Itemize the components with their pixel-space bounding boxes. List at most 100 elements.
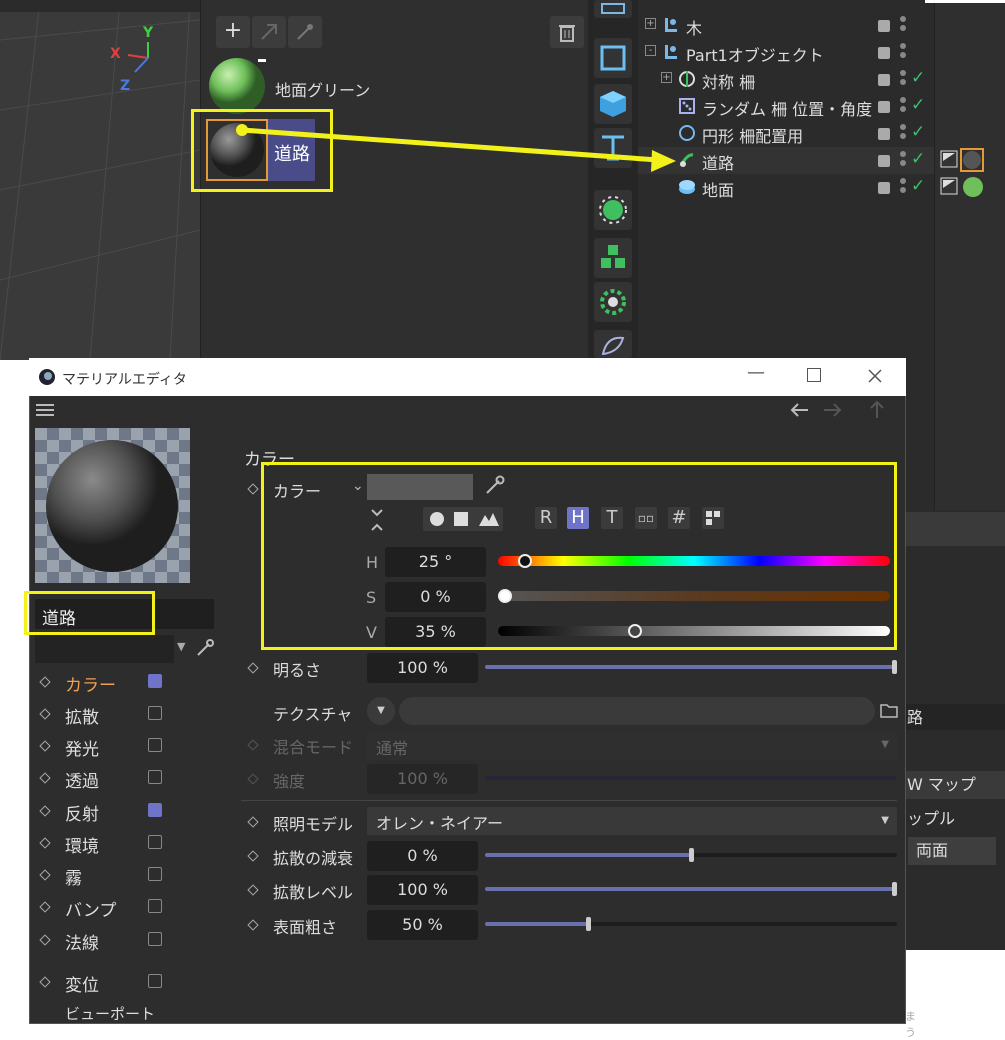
enabled-check-icon[interactable]: ✓ [911, 176, 925, 196]
object-row-road[interactable]: 道路 ✓ [638, 147, 934, 174]
diffuse-falloff-field[interactable]: 0 % [367, 841, 478, 871]
text-tool[interactable] [594, 128, 632, 168]
channel-reflectance[interactable]: 反射 [39, 800, 210, 826]
checkbox[interactable] [148, 803, 162, 817]
channel-luminance[interactable]: 発光 [39, 735, 210, 761]
checkbox[interactable] [148, 674, 162, 688]
edit-icon[interactable] [878, 155, 890, 167]
window-titlebar[interactable]: マテリアルエディタ — [29, 358, 906, 396]
checkbox[interactable] [148, 974, 162, 988]
blend-mode-value: 通常 [376, 739, 409, 758]
material-preview[interactable] [35, 428, 190, 583]
channel-viewport[interactable]: ビューポート [40, 1003, 210, 1029]
texture-tag-icon[interactable] [940, 177, 958, 195]
green-material-tag-icon[interactable] [962, 176, 984, 198]
highlight-road-material [191, 109, 333, 192]
layer-field[interactable] [35, 635, 174, 663]
checkbox[interactable] [148, 899, 162, 913]
enabled-check-icon[interactable]: ✓ [911, 122, 925, 142]
edit-icon[interactable] [878, 47, 890, 59]
brightness-field[interactable]: 100 % [367, 653, 478, 683]
deformer-tool[interactable] [594, 282, 632, 322]
channel-environment[interactable]: 環境 [39, 832, 210, 858]
attr-field-name[interactable]: 路 [905, 704, 1005, 730]
object-row-tree[interactable]: + 木 [638, 12, 934, 39]
texture-tag-icon[interactable] [940, 150, 958, 168]
object-row-symmetry[interactable]: + 対称 柵 ✓ [638, 66, 934, 93]
texture-path-field[interactable] [399, 697, 875, 725]
material-name-ground[interactable]: 地面グリーン [275, 77, 370, 101]
edit-icon[interactable] [878, 101, 890, 113]
visibility-dots[interactable] [900, 178, 906, 196]
diffuse-level-slider[interactable] [485, 882, 897, 896]
checkbox[interactable] [148, 835, 162, 849]
checkbox[interactable] [148, 932, 162, 946]
channel-displacement[interactable]: 変位 [39, 971, 210, 997]
chevron-down-icon[interactable]: ▼ [177, 640, 185, 653]
arrow-tool-button[interactable] [252, 16, 286, 48]
visibility-dots[interactable] [900, 97, 906, 115]
edit-icon[interactable] [878, 128, 890, 140]
object-row-part1[interactable]: - Part1オブジェクト [638, 39, 934, 66]
generator-tool[interactable] [594, 190, 632, 230]
cube-primitive-tool[interactable] [594, 38, 632, 78]
forward-arrow-icon[interactable] [822, 402, 842, 418]
lighting-model-dropdown[interactable]: オレン・ネイアー ▼ [367, 807, 897, 835]
sphere-subdivide-icon [599, 196, 627, 224]
enabled-check-icon[interactable]: ✓ [911, 149, 925, 169]
brightness-slider[interactable] [485, 660, 897, 674]
maximize-button[interactable] [807, 368, 821, 382]
object-row-circle[interactable]: 円形 柵配置用 ✓ [638, 120, 934, 147]
edit-icon[interactable] [878, 182, 890, 194]
attr-uvw-map[interactable]: W マップ [905, 771, 1005, 799]
eyedropper-icon[interactable] [195, 638, 215, 658]
visibility-dots[interactable] [900, 124, 906, 142]
folder-icon[interactable] [880, 702, 898, 718]
checkbox[interactable] [148, 706, 162, 720]
object-row-random[interactable]: ランダム 柵 位置・角度 ✓ [638, 93, 934, 120]
material-thumb-ground[interactable] [206, 55, 268, 117]
road-material-tag[interactable] [960, 148, 984, 172]
add-material-button[interactable]: + [216, 16, 250, 48]
channel-color[interactable]: カラー [39, 671, 210, 697]
back-arrow-icon[interactable] [790, 402, 810, 418]
enabled-check-icon[interactable]: ✓ [911, 95, 925, 115]
roughness-field[interactable]: 50 % [367, 910, 478, 940]
up-arrow-icon[interactable] [868, 400, 886, 420]
scene-tool[interactable] [594, 330, 632, 358]
square-icon [600, 45, 626, 71]
menu-icon[interactable] [36, 404, 56, 418]
enabled-check-icon[interactable]: ✓ [911, 68, 925, 88]
viewport[interactable]: Y X Z [0, 0, 200, 360]
cube-tool[interactable] [594, 84, 632, 124]
channel-transparency[interactable]: 透過 [39, 767, 210, 793]
cloner-icon [601, 245, 625, 268]
diffuse-falloff-slider[interactable] [485, 848, 897, 862]
channel-bump[interactable]: バンプ [39, 896, 210, 922]
edit-icon[interactable] [878, 74, 890, 86]
visibility-dots[interactable] [900, 16, 906, 34]
visibility-dots[interactable] [900, 43, 906, 61]
viewport-grid [0, 0, 200, 360]
diffuse-level-field[interactable]: 100 % [367, 875, 478, 905]
visibility-dots[interactable] [900, 70, 906, 88]
visibility-dots[interactable] [900, 151, 906, 169]
channel-fog[interactable]: 霧 [39, 864, 210, 890]
texture-menu-button[interactable]: ▼ [367, 697, 395, 725]
channel-diffusion[interactable]: 拡散 [39, 703, 210, 729]
checkbox[interactable] [148, 770, 162, 784]
attr-both-sides[interactable]: 両面 [908, 837, 996, 865]
checkbox[interactable] [148, 867, 162, 881]
checkbox[interactable] [148, 738, 162, 752]
tool-top[interactable] [594, 0, 632, 18]
object-row-ground[interactable]: 地面 ✓ [638, 174, 934, 201]
edit-icon[interactable] [878, 20, 890, 32]
cloner-tool[interactable] [594, 238, 632, 278]
minimize-button[interactable]: — [747, 362, 765, 383]
close-icon[interactable] [867, 368, 883, 384]
attr-tile[interactable]: ップル [905, 805, 1005, 833]
trash-button[interactable] [550, 16, 584, 48]
channel-normal[interactable]: 法線 [39, 929, 210, 955]
roughness-slider[interactable] [485, 917, 897, 931]
eyedropper-button[interactable] [288, 16, 322, 48]
